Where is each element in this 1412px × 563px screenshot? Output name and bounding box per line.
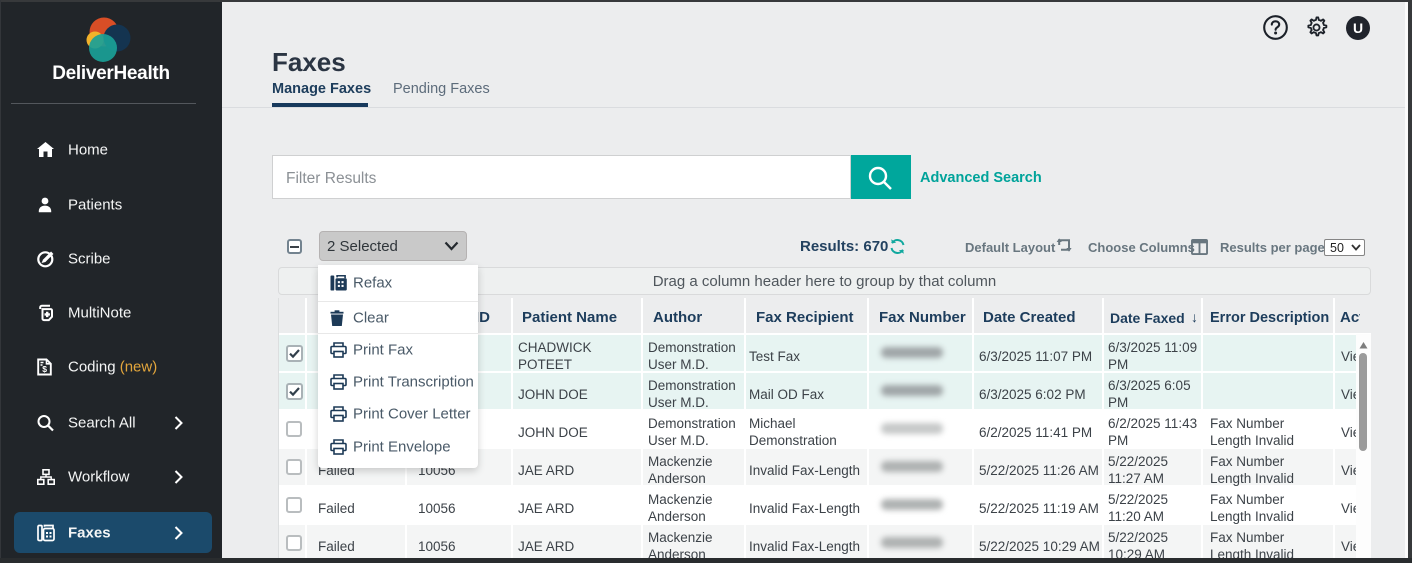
svg-text:$: $ [42, 364, 47, 374]
